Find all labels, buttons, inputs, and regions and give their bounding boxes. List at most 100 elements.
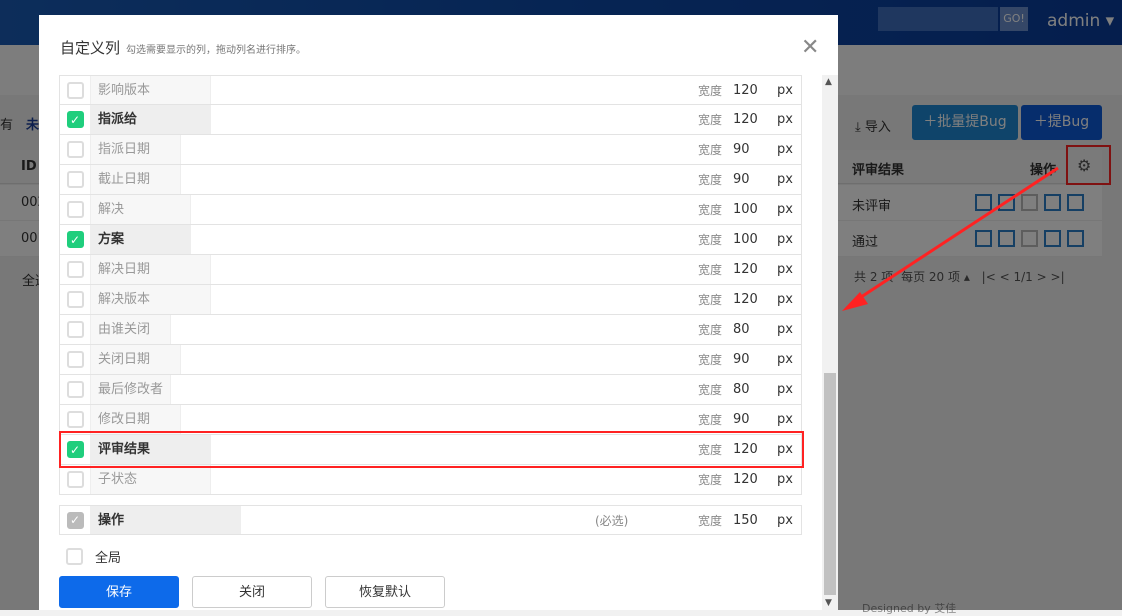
- close-button[interactable]: 关闭: [192, 576, 312, 608]
- column-name[interactable]: 影响版本: [91, 76, 211, 104]
- column-row: 解决版本 宽度 120 px: [59, 285, 802, 315]
- width-input[interactable]: 120: [733, 472, 758, 487]
- scrollbar[interactable]: ▲ ▼: [822, 75, 838, 610]
- column-row: 关闭日期 宽度 90 px: [59, 345, 802, 375]
- column-checkbox[interactable]: [66, 351, 84, 368]
- width-label: 宽度: [698, 383, 723, 397]
- width-label: 宽度: [698, 353, 723, 367]
- width-unit: px: [777, 292, 793, 307]
- column-name[interactable]: 操作: [91, 506, 241, 534]
- column-row: 影响版本 宽度 120 px: [59, 75, 802, 105]
- dialog-hint: 勾选需要显示的列，拖动列名进行排序。: [126, 45, 307, 56]
- column-checkbox[interactable]: [66, 201, 84, 218]
- column-row: 最后修改者 宽度 80 px: [59, 375, 802, 405]
- width-unit: px: [777, 112, 793, 127]
- width-label: 宽度: [698, 143, 723, 157]
- width-unit: px: [777, 202, 793, 217]
- checkbox-disabled: ✓: [66, 511, 84, 529]
- width-input[interactable]: 120: [733, 292, 758, 307]
- column-checkbox[interactable]: [66, 471, 84, 488]
- column-checkbox[interactable]: [66, 291, 84, 308]
- width-input[interactable]: 150: [733, 513, 758, 528]
- dialog-title: 自定义列 勾选需要显示的列，拖动列名进行排序。: [60, 37, 306, 58]
- column-checkbox[interactable]: [66, 261, 84, 278]
- column-name[interactable]: 解决日期: [91, 255, 211, 284]
- column-name[interactable]: 最后修改者: [91, 375, 171, 404]
- column-name[interactable]: 指派给: [91, 105, 211, 134]
- reset-default-button[interactable]: 恢复默认: [325, 576, 445, 608]
- width-input[interactable]: 100: [733, 202, 758, 217]
- width-unit: px: [777, 382, 793, 397]
- review-row-highlight: [59, 431, 804, 468]
- column-name[interactable]: 截止日期: [91, 165, 181, 194]
- width-unit: px: [777, 82, 793, 98]
- width-label: 宽度: [698, 113, 723, 127]
- column-checkbox[interactable]: ✓: [66, 111, 84, 128]
- width-unit: px: [777, 472, 793, 487]
- width-unit: px: [777, 232, 793, 247]
- column-checkbox[interactable]: [66, 141, 84, 158]
- width-label: 宽度: [698, 413, 723, 427]
- width-label: 宽度: [698, 233, 723, 247]
- column-row: 指派日期 宽度 90 px: [59, 135, 802, 165]
- column-row: 由谁关闭 宽度 80 px: [59, 315, 802, 345]
- column-name[interactable]: 由谁关闭: [91, 315, 171, 344]
- global-checkbox[interactable]: [66, 548, 83, 565]
- column-name[interactable]: 指派日期: [91, 135, 181, 164]
- required-column: ✓ 操作 (必选) 宽度 150 px: [59, 505, 802, 535]
- width-input[interactable]: 100: [733, 232, 758, 247]
- width-label: 宽度: [698, 323, 723, 337]
- column-name[interactable]: 关闭日期: [91, 345, 181, 374]
- width-label: 宽度: [698, 293, 723, 307]
- column-row: 子状态 宽度 120 px: [59, 465, 802, 495]
- width-input[interactable]: 90: [733, 142, 750, 157]
- global-label: 全局: [95, 551, 122, 566]
- column-checkbox[interactable]: [66, 381, 84, 398]
- width-unit: px: [777, 262, 793, 277]
- width-unit: px: [777, 322, 793, 337]
- close-icon[interactable]: ✕: [801, 35, 819, 60]
- column-name[interactable]: 修改日期: [91, 405, 181, 434]
- save-button[interactable]: 保存: [59, 576, 179, 608]
- width-label: 宽度: [698, 173, 723, 187]
- column-row: ✓ 指派给 宽度 120 px: [59, 105, 802, 135]
- column-checkbox[interactable]: [66, 411, 84, 428]
- width-unit: px: [777, 412, 793, 427]
- width-input[interactable]: 120: [733, 83, 758, 98]
- custom-columns-dialog: 自定义列 勾选需要显示的列，拖动列名进行排序。 ✕ 影响版本 宽度 120 px ✓…: [39, 15, 838, 610]
- width-label: 宽度: [698, 203, 723, 217]
- column-row: ✓ 方案 宽度 100 px: [59, 225, 802, 255]
- width-label: 宽度: [698, 263, 723, 277]
- width-input[interactable]: 90: [733, 352, 750, 367]
- required-note: (必选): [595, 513, 629, 528]
- width-input[interactable]: 80: [733, 382, 750, 397]
- global-option[interactable]: 全局: [66, 547, 121, 566]
- width-input[interactable]: 120: [733, 262, 758, 277]
- column-name[interactable]: 方案: [91, 225, 191, 254]
- scrollbar-thumb[interactable]: [824, 373, 836, 595]
- column-name[interactable]: 解决: [91, 195, 191, 224]
- width-input[interactable]: 80: [733, 322, 750, 337]
- width-input[interactable]: 120: [733, 112, 758, 127]
- width-unit: px: [777, 352, 793, 367]
- width-input[interactable]: 90: [733, 172, 750, 187]
- width-label: 宽度: [698, 473, 723, 487]
- scroll-up-icon[interactable]: ▲: [825, 77, 832, 87]
- scroll-down-icon[interactable]: ▼: [825, 598, 832, 608]
- width-unit: px: [777, 512, 793, 528]
- width-label: 宽度: [698, 83, 723, 98]
- column-row-ops: ✓ 操作 (必选) 宽度 150 px: [59, 505, 802, 535]
- width-label: 宽度: [698, 513, 723, 528]
- column-checkbox[interactable]: [66, 81, 84, 99]
- column-name[interactable]: 子状态: [91, 465, 211, 494]
- title-text: 自定义列: [60, 39, 121, 57]
- width-unit: px: [777, 172, 793, 187]
- width-unit: px: [777, 142, 793, 157]
- column-checkbox[interactable]: [66, 171, 84, 188]
- column-checkbox[interactable]: ✓: [66, 231, 84, 248]
- column-row: 解决 宽度 100 px: [59, 195, 802, 225]
- column-checkbox[interactable]: [66, 321, 84, 338]
- column-name[interactable]: 解决版本: [91, 285, 211, 314]
- width-input[interactable]: 90: [733, 412, 750, 427]
- column-row: 解决日期 宽度 120 px: [59, 255, 802, 285]
